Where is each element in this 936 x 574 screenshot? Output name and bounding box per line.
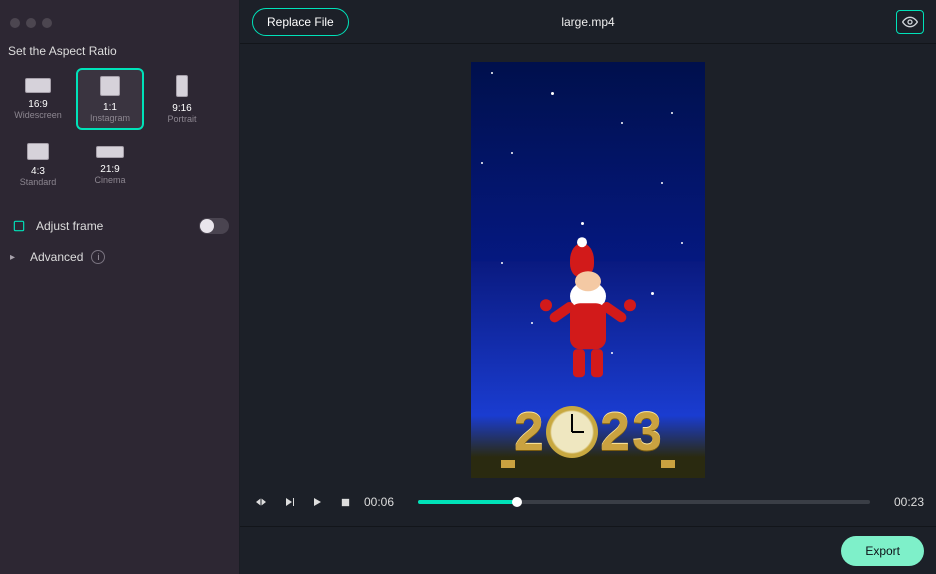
timeline-slider[interactable] xyxy=(418,500,870,504)
ratio-sublabel: Instagram xyxy=(90,113,130,123)
decoration xyxy=(611,352,613,354)
ratio-icon xyxy=(96,146,124,158)
maximize-window-button[interactable] xyxy=(42,18,52,28)
adjust-frame-row: Adjust frame xyxy=(0,210,239,242)
advanced-row[interactable]: ▸ Advanced i xyxy=(0,242,239,272)
ratio-icon xyxy=(176,75,188,97)
stop-button[interactable] xyxy=(336,493,354,511)
step-forward-icon xyxy=(283,496,295,508)
decoration xyxy=(651,292,654,295)
ratio-icon xyxy=(27,143,49,160)
video-content-santa xyxy=(570,243,606,377)
decoration xyxy=(501,262,503,264)
ratio-label: 16:9 xyxy=(28,99,47,110)
chevron-right-icon: ▸ xyxy=(10,252,24,263)
step-forward-button[interactable] xyxy=(280,493,298,511)
info-icon: i xyxy=(91,250,105,264)
player-controls: 00:06 00:23 xyxy=(240,478,936,526)
preview-visibility-button[interactable] xyxy=(896,10,924,34)
main-panel: Replace File large.mp4 xyxy=(240,0,936,574)
ratio-icon xyxy=(100,76,120,96)
adjust-frame-toggle[interactable] xyxy=(199,218,229,234)
play-button[interactable] xyxy=(308,493,326,511)
video-preview-area: 2 2 3 xyxy=(240,44,936,478)
ratio-sublabel: Widescreen xyxy=(14,110,62,120)
timeline-handle[interactable] xyxy=(512,497,522,507)
eye-icon xyxy=(902,14,918,30)
toggle-knob xyxy=(200,219,214,233)
play-icon xyxy=(311,496,323,508)
year-digit: 2 xyxy=(600,405,630,459)
current-time: 00:06 xyxy=(364,495,408,509)
aspect-ratio-21-9[interactable]: 21:9 Cinema xyxy=(76,134,144,196)
export-button[interactable]: Export xyxy=(841,536,924,566)
skip-back-button[interactable] xyxy=(252,493,270,511)
file-name: large.mp4 xyxy=(561,15,614,29)
replace-file-button[interactable]: Replace File xyxy=(252,8,349,36)
top-bar: Replace File large.mp4 xyxy=(240,0,936,44)
decoration xyxy=(491,72,493,74)
ratio-icon xyxy=(25,78,51,93)
ratio-sublabel: Standard xyxy=(20,177,57,187)
adjust-frame-label: Adjust frame xyxy=(36,219,103,233)
video-content-year: 2 2 3 xyxy=(471,398,705,466)
bottom-bar: Export xyxy=(240,526,936,574)
video-preview[interactable]: 2 2 3 xyxy=(471,62,705,478)
year-digit: 3 xyxy=(632,405,662,459)
decoration xyxy=(481,162,483,164)
timeline-progress xyxy=(418,500,517,504)
decoration xyxy=(621,122,623,124)
decoration xyxy=(551,92,554,95)
year-digit: 2 xyxy=(514,405,544,459)
window-controls xyxy=(0,18,239,38)
close-window-button[interactable] xyxy=(10,18,20,28)
decoration xyxy=(581,222,584,225)
ratio-label: 9:16 xyxy=(172,103,191,114)
aspect-ratio-1-1[interactable]: 1:1 Instagram xyxy=(76,68,144,130)
decoration xyxy=(661,182,663,184)
minimize-window-button[interactable] xyxy=(26,18,36,28)
aspect-ratio-grid: 16:9 Widescreen 1:1 Instagram 9:16 Portr… xyxy=(0,68,239,210)
advanced-label: Advanced xyxy=(30,250,83,264)
aspect-ratio-title: Set the Aspect Ratio xyxy=(0,38,239,68)
ratio-sublabel: Cinema xyxy=(94,175,125,185)
ratio-sublabel: Portrait xyxy=(167,114,196,124)
stop-icon xyxy=(340,497,351,508)
aspect-ratio-4-3[interactable]: 4:3 Standard xyxy=(4,134,72,196)
aspect-ratio-9-16[interactable]: 9:16 Portrait xyxy=(148,68,216,130)
ratio-label: 1:1 xyxy=(103,102,117,113)
decoration xyxy=(511,152,513,154)
decoration xyxy=(531,322,533,324)
decoration xyxy=(681,242,683,244)
ratio-label: 21:9 xyxy=(100,164,119,175)
duration-time: 00:23 xyxy=(880,495,924,509)
decoration xyxy=(671,112,673,114)
sidebar: Set the Aspect Ratio 16:9 Widescreen 1:1… xyxy=(0,0,240,574)
adjust-frame-icon xyxy=(10,219,28,233)
clock-icon xyxy=(546,406,598,458)
skip-back-icon xyxy=(255,496,267,508)
aspect-ratio-16-9[interactable]: 16:9 Widescreen xyxy=(4,68,72,130)
ratio-label: 4:3 xyxy=(31,166,45,177)
